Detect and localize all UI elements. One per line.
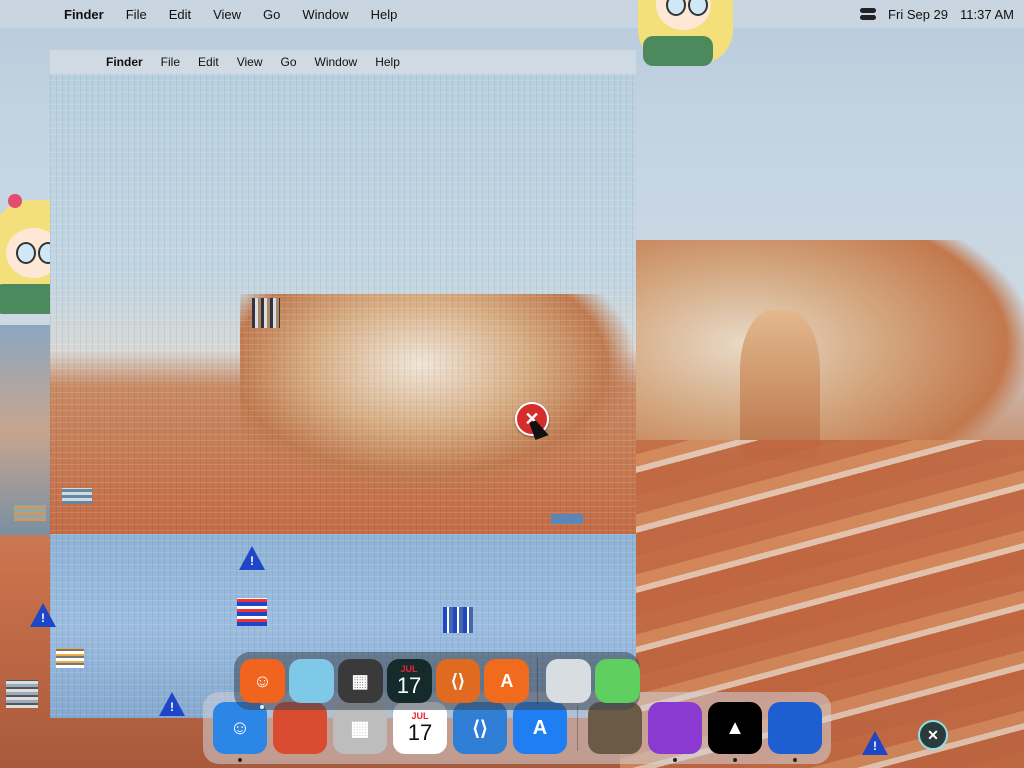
status-area: Fri Sep 29 11:37 AM bbox=[860, 0, 1014, 28]
menubar-date[interactable]: Fri Sep 29 bbox=[888, 7, 948, 22]
menubar-time[interactable]: 11:37 AM bbox=[960, 7, 1014, 22]
inner-menu-file[interactable]: File bbox=[161, 55, 180, 69]
inner-menubar: Finder File Edit View Go Window Help bbox=[50, 50, 636, 74]
running-indicator bbox=[238, 758, 242, 762]
menu-go[interactable]: Go bbox=[263, 7, 280, 22]
control-center-icon[interactable] bbox=[860, 8, 877, 20]
close-x-icon[interactable]: ✕ bbox=[918, 720, 948, 750]
inner-menu-window[interactable]: Window bbox=[315, 55, 358, 69]
safari-icon[interactable] bbox=[288, 659, 334, 703]
github-icon[interactable] bbox=[648, 702, 702, 762]
glitch-icon[interactable] bbox=[237, 598, 267, 626]
glitch-strip bbox=[0, 325, 50, 535]
menu-help[interactable]: Help bbox=[371, 7, 398, 22]
glitch-icon[interactable] bbox=[6, 680, 38, 708]
menu-file[interactable]: File bbox=[126, 7, 147, 22]
inner-menu-view[interactable]: View bbox=[237, 55, 263, 69]
running-indicator bbox=[793, 758, 797, 762]
photo-icon[interactable] bbox=[546, 659, 592, 703]
inner-menu-go[interactable]: Go bbox=[281, 55, 297, 69]
running-indicator bbox=[733, 758, 737, 762]
cartoon-sticker[interactable] bbox=[638, 0, 733, 66]
glitch-icon[interactable] bbox=[443, 607, 473, 633]
warning-icon[interactable]: ! bbox=[30, 603, 56, 629]
finder-icon[interactable]: ☺ bbox=[240, 659, 285, 709]
warning-icon[interactable]: ! bbox=[159, 692, 185, 718]
glitch-icon[interactable] bbox=[56, 648, 84, 668]
inner-menu-app-name[interactable]: Finder bbox=[106, 55, 143, 69]
calculator-icon[interactable]: ▦ bbox=[337, 659, 383, 703]
inner-menu-help[interactable]: Help bbox=[375, 55, 400, 69]
dock-separator bbox=[537, 658, 539, 704]
wallpaper-rock-spire bbox=[740, 310, 820, 460]
running-indicator bbox=[673, 758, 677, 762]
glitch-icon[interactable] bbox=[252, 298, 280, 328]
glitched-screen-window: Finder File Edit View Go Window Help bbox=[50, 50, 636, 718]
menu-edit[interactable]: Edit bbox=[169, 7, 191, 22]
glitch-icon bbox=[14, 505, 46, 521]
menu-window[interactable]: Window bbox=[302, 7, 348, 22]
glitch-icon bbox=[551, 514, 583, 524]
top-menubar: Finder File Edit View Go Window Help Fri… bbox=[0, 0, 1024, 28]
running-indicator bbox=[260, 705, 265, 709]
arc-icon[interactable]: ▲ bbox=[708, 702, 762, 762]
inner-menu-edit[interactable]: Edit bbox=[198, 55, 219, 69]
menu-view[interactable]: View bbox=[213, 7, 241, 22]
vscode-icon[interactable]: ⟨⟩ bbox=[435, 659, 481, 703]
glitch-icon bbox=[62, 488, 92, 504]
inner-wallpaper-top bbox=[50, 74, 636, 534]
menu-app-name[interactable]: Finder bbox=[64, 7, 104, 22]
app-store-icon[interactable]: A bbox=[484, 659, 530, 703]
ukraine-icon[interactable] bbox=[768, 702, 822, 762]
dock-separator bbox=[577, 705, 578, 751]
warning-icon[interactable]: ! bbox=[239, 546, 265, 572]
terminal-icon[interactable] bbox=[595, 659, 640, 703]
warning-icon[interactable]: ! bbox=[862, 731, 888, 757]
dock-glitched: ☺ ▦ JUL 17 ⟨⟩ A bbox=[234, 652, 640, 710]
calendar-icon[interactable]: JUL 17 bbox=[386, 659, 432, 703]
